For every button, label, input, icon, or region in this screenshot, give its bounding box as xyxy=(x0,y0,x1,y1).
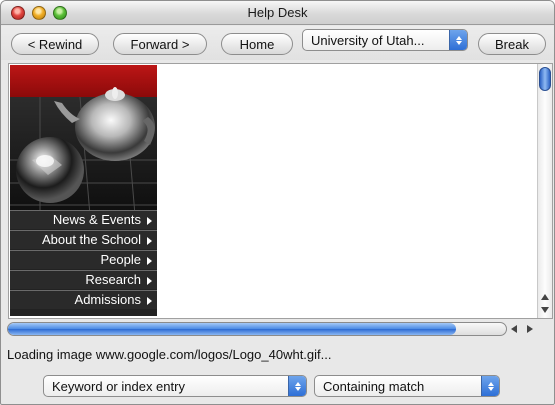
menu-item-research[interactable]: Research xyxy=(10,270,157,289)
arrow-right-icon xyxy=(147,297,152,305)
menu-item-label: News & Events xyxy=(52,212,141,227)
rewind-button[interactable]: < Rewind xyxy=(11,33,99,55)
window-title: Help Desk xyxy=(247,5,308,20)
forward-button[interactable]: Forward > xyxy=(113,33,207,55)
scroll-right-icon[interactable] xyxy=(527,325,533,333)
scroll-down-icon[interactable] xyxy=(541,307,549,313)
scroll-thumb[interactable] xyxy=(539,67,551,91)
select-arrows-icon xyxy=(288,376,306,396)
scroll-left-icon[interactable] xyxy=(511,325,517,333)
site-select[interactable]: University of Utah... xyxy=(302,29,468,51)
menu-item-label: Research xyxy=(85,272,141,287)
arrow-right-icon xyxy=(147,217,152,225)
menu-item-about-school[interactable]: About the School xyxy=(10,230,157,249)
select-arrows-icon xyxy=(481,376,499,396)
home-button[interactable]: Home xyxy=(221,33,293,55)
menu-item-news-events[interactable]: News & Events xyxy=(10,210,157,229)
arrow-right-icon xyxy=(147,237,152,245)
loading-progress-bar xyxy=(7,322,507,336)
arrow-right-icon xyxy=(147,257,152,265)
web-content-area[interactable]: News & Events About the School People Re… xyxy=(8,63,553,319)
school-website-graphic: News & Events About the School People Re… xyxy=(10,65,157,316)
site-select-value: University of Utah... xyxy=(311,32,425,48)
select-arrows-icon xyxy=(449,30,467,50)
progress-fill xyxy=(8,323,457,335)
scroll-up-icon[interactable] xyxy=(541,294,549,300)
menu-item-label: Admissions xyxy=(74,292,141,307)
title-bar: Help Desk xyxy=(1,1,554,25)
search-field-select[interactable]: Keyword or index entry xyxy=(43,375,307,397)
menu-item-people[interactable]: People xyxy=(10,250,157,269)
match-type-select[interactable]: Containing match xyxy=(314,375,500,397)
status-text: Loading image www.google.com/logos/Logo_… xyxy=(7,347,332,362)
arrow-right-icon xyxy=(147,277,152,285)
match-type-value: Containing match xyxy=(323,378,425,394)
menu-item-admissions[interactable]: Admissions xyxy=(10,290,157,309)
break-button[interactable]: Break xyxy=(478,33,546,55)
teapot-sphere-image xyxy=(10,87,157,215)
menu-item-label: People xyxy=(100,252,141,267)
menu-item-label: About the School xyxy=(41,232,141,247)
vertical-scrollbar[interactable] xyxy=(537,64,552,318)
search-field-value: Keyword or index entry xyxy=(52,378,185,394)
help-desk-window: Help Desk < Rewind Forward > Home Univer… xyxy=(0,0,555,405)
navigation-toolbar: < Rewind Forward > Home University of Ut… xyxy=(1,26,554,60)
